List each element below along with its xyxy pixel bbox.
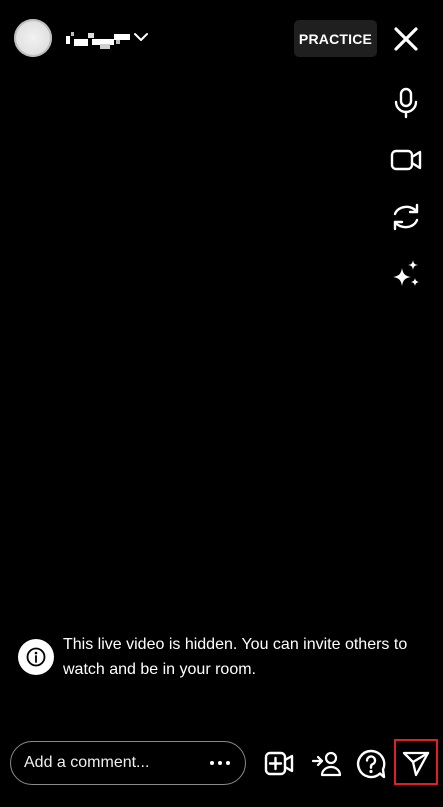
- username-redacted[interactable]: [66, 30, 134, 49]
- live-video-screen: PRACTICE This live video is hidden. You …: [0, 0, 443, 807]
- info-icon: [18, 639, 54, 675]
- add-video-icon[interactable]: [263, 748, 295, 780]
- close-icon[interactable]: [391, 24, 421, 54]
- comment-input[interactable]: Add a comment...: [10, 741, 246, 785]
- comment-placeholder: Add a comment...: [24, 754, 150, 771]
- avatar[interactable]: [14, 19, 52, 57]
- send-button[interactable]: [394, 739, 438, 785]
- chevron-down-icon[interactable]: [133, 31, 149, 43]
- flip-camera-icon[interactable]: [389, 200, 423, 234]
- question-icon[interactable]: [355, 748, 387, 780]
- effects-sparkle-icon[interactable]: [389, 257, 423, 291]
- video-camera-icon[interactable]: [389, 143, 423, 177]
- notice-text: This live video is hidden. You can invit…: [63, 636, 408, 678]
- practice-button[interactable]: PRACTICE: [294, 20, 377, 57]
- invite-person-icon[interactable]: [311, 748, 343, 780]
- more-options-icon[interactable]: [209, 756, 231, 770]
- send-icon: [402, 751, 430, 777]
- microphone-icon[interactable]: [389, 86, 423, 120]
